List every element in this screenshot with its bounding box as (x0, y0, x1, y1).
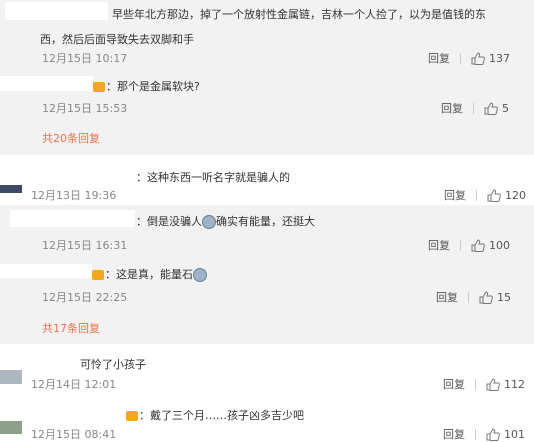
comment-time: 12月13日 19:36 (31, 189, 117, 202)
like-count: 101 (504, 427, 525, 441)
like-count: 5 (502, 101, 509, 115)
comment-text-body: ：那个是金属软块? (106, 80, 200, 93)
comment-actions: 回复 112 (443, 376, 525, 392)
like-count: 137 (489, 51, 510, 65)
comment-actions: 回复 137 (428, 50, 510, 66)
divider (476, 189, 477, 201)
thumbs-up-icon (486, 427, 500, 441)
more-replies-link[interactable]: 共20条回复 (42, 130, 100, 146)
comment-text: 西，然后后面导致失去双脚和手 (40, 33, 194, 46)
comment-text-body: ：倒是没骗人 (136, 215, 202, 228)
divider (473, 102, 474, 114)
like-button[interactable]: 112 (486, 378, 525, 391)
thumbs-up-icon (486, 377, 500, 391)
reply-button[interactable]: 回复 (428, 237, 450, 253)
like-count: 100 (489, 238, 510, 252)
redacted-username (10, 210, 135, 227)
like-button[interactable]: 5 (484, 102, 509, 115)
avatar[interactable] (0, 370, 22, 384)
vip-badge-icon (126, 411, 138, 421)
comment-actions: 回复 100 (428, 237, 510, 253)
comment-text: ：这种东西一听名字就是骗人的 (136, 171, 290, 184)
reply-button[interactable]: 回复 (441, 100, 463, 116)
thumbs-up-icon (471, 51, 485, 65)
comment-text: 早些年北方那边，掉了一个放射性金属链，吉林一个人捡了，以为是值钱的东 (112, 8, 486, 21)
vip-badge-icon (92, 270, 104, 280)
comment-time: 12月15日 22:25 (42, 291, 128, 304)
comment-actions: 回复 120 (444, 187, 526, 203)
thumbs-up-icon (487, 188, 501, 202)
comment-time: 12月15日 16:31 (42, 239, 128, 252)
comment-time: 12月15日 15:53 (42, 102, 128, 115)
comment-text: ：倒是没骗人 确实有能量，还挺大 (136, 213, 315, 229)
divider (460, 239, 461, 251)
divider (475, 378, 476, 390)
like-button[interactable]: 15 (479, 291, 511, 304)
comment-text: ：那个是金属软块? (93, 78, 200, 94)
comment-text: 可怜了小孩子 (80, 358, 146, 371)
comment-text-body: 确实有能量，还挺大 (216, 215, 315, 228)
comment-text-body: ：戴了三个月……孩子凶多吉少吧 (139, 409, 304, 422)
more-replies-link[interactable]: 共17条回复 (42, 320, 100, 336)
divider (460, 52, 461, 64)
reply-button[interactable]: 回复 (444, 187, 466, 203)
comment-actions: 回复 5 (441, 100, 509, 116)
like-button[interactable]: 100 (471, 239, 510, 252)
comment-text: ：这是真，能量石 (92, 266, 207, 282)
comment-time: 12月15日 10:17 (42, 52, 128, 65)
divider (468, 291, 469, 303)
reply-button[interactable]: 回复 (428, 50, 450, 66)
comment-text: ：戴了三个月……孩子凶多吉少吧 (126, 407, 304, 423)
avatar[interactable] (0, 185, 22, 193)
thumbs-up-icon (479, 290, 493, 304)
comment-text-body: ：这是真，能量石 (105, 268, 193, 281)
like-count: 112 (504, 377, 525, 391)
redacted-username (0, 76, 93, 91)
like-button[interactable]: 120 (487, 189, 526, 202)
vip-badge-icon (93, 82, 105, 92)
redacted-username (0, 264, 92, 278)
reply-button[interactable]: 回复 (436, 289, 458, 305)
divider (475, 428, 476, 440)
reply-button[interactable]: 回复 (443, 376, 465, 392)
avatar[interactable] (0, 421, 22, 434)
comment-actions: 回复 15 (436, 289, 511, 305)
like-button[interactable]: 101 (486, 428, 525, 441)
like-button[interactable]: 137 (471, 52, 510, 65)
doge-emoji-icon (202, 215, 216, 229)
redacted-username (5, 2, 108, 20)
thumbs-up-icon (471, 238, 485, 252)
like-count: 120 (505, 188, 526, 202)
doge-emoji-icon (193, 268, 207, 282)
thumbs-up-icon (484, 101, 498, 115)
like-count: 15 (497, 290, 511, 304)
comment-time: 12月14日 12:01 (31, 378, 117, 391)
